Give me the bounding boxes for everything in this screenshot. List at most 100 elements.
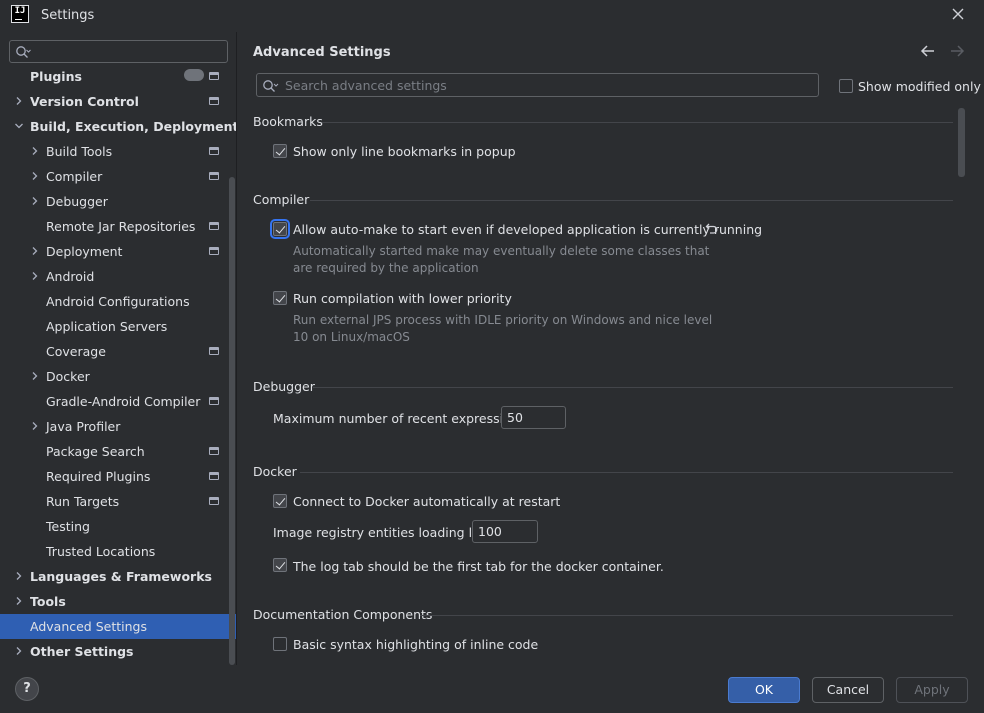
sidebar-item-coverage[interactable]: Coverage bbox=[0, 339, 236, 364]
sidebar-item-label: Testing bbox=[46, 519, 90, 534]
section-documentation-components: Documentation Components bbox=[253, 607, 433, 622]
section-divider bbox=[322, 122, 953, 123]
sidebar-item-tools[interactable]: Tools bbox=[0, 589, 236, 614]
chevron-right-icon[interactable] bbox=[14, 596, 24, 606]
max-recent-expressions-label: Maximum number of recent expressions: bbox=[273, 411, 530, 426]
page-title: Advanced Settings bbox=[253, 45, 391, 60]
sidebar-item-gradle-android-compiler[interactable]: Gradle-Android Compiler bbox=[0, 389, 236, 414]
sidebar-item-other-settings[interactable]: Other Settings bbox=[0, 639, 236, 664]
sidebar-item-label: Deployment bbox=[46, 244, 123, 259]
docker-connect-checkbox[interactable] bbox=[273, 494, 287, 508]
docker-log-tab-label: The log tab should be the first tab for … bbox=[293, 559, 664, 574]
sidebar-item-label: Java Profiler bbox=[46, 419, 121, 434]
show-modified-checkbox[interactable] bbox=[839, 79, 853, 93]
reset-to-default-icon[interactable] bbox=[705, 221, 719, 235]
sidebar-item-android-configurations[interactable]: Android Configurations bbox=[0, 289, 236, 314]
sidebar-item-build-tools[interactable]: Build Tools bbox=[0, 139, 236, 164]
help-button[interactable]: ? bbox=[15, 677, 39, 701]
ok-button[interactable]: OK bbox=[728, 677, 800, 703]
project-level-icon bbox=[209, 347, 219, 355]
sidebar-item-label: Android bbox=[46, 269, 95, 284]
docker-log-tab-checkbox[interactable] bbox=[273, 558, 287, 572]
project-level-icon bbox=[209, 172, 219, 180]
sidebar-item-trusted-locations[interactable]: Trusted Locations bbox=[0, 539, 236, 564]
forward-arrow-icon[interactable] bbox=[949, 44, 965, 58]
sidebar-item-label: Compiler bbox=[46, 169, 103, 184]
chevron-right-icon[interactable] bbox=[30, 421, 40, 431]
advanced-search-input[interactable] bbox=[285, 76, 805, 94]
sidebar-item-label: Trusted Locations bbox=[46, 544, 156, 559]
sidebar-item-advanced-settings[interactable]: Advanced Settings bbox=[0, 614, 236, 639]
sidebar-item-compiler[interactable]: Compiler bbox=[0, 164, 236, 189]
chevron-down-icon[interactable] bbox=[14, 121, 24, 131]
sidebar-item-languages-frameworks[interactable]: Languages & Frameworks bbox=[0, 564, 236, 589]
sidebar-item-testing[interactable]: Testing bbox=[0, 514, 236, 539]
sidebar-item-label: Gradle-Android Compiler bbox=[46, 394, 201, 409]
section-divider bbox=[310, 200, 953, 201]
project-level-icon bbox=[209, 472, 219, 480]
sidebar-item-label: Remote Jar Repositories bbox=[46, 219, 196, 234]
sidebar-item-package-search[interactable]: Package Search bbox=[0, 439, 236, 464]
auto-make-checkbox[interactable] bbox=[270, 219, 290, 239]
chevron-right-icon[interactable] bbox=[14, 571, 24, 581]
cancel-button[interactable]: Cancel bbox=[812, 677, 884, 703]
chevron-right-icon[interactable] bbox=[30, 371, 40, 381]
chevron-right-icon[interactable] bbox=[30, 196, 40, 206]
section-debugger: Debugger bbox=[253, 379, 315, 394]
sidebar-item-label: Build Tools bbox=[46, 144, 113, 159]
sidebar-item-required-plugins[interactable]: Required Plugins bbox=[0, 464, 236, 489]
sidebar-item-run-targets[interactable]: Run Targets bbox=[0, 489, 236, 514]
chevron-right-icon[interactable] bbox=[14, 646, 24, 656]
sidebar-item-remote-jar-repositories[interactable]: Remote Jar Repositories bbox=[0, 214, 236, 239]
sidebar-item-label: Tools bbox=[30, 594, 66, 609]
docker-registry-limit-input[interactable]: 100 bbox=[472, 520, 538, 543]
sidebar-scrollbar[interactable] bbox=[229, 177, 235, 665]
title-bar: IJ Settings bbox=[0, 0, 984, 32]
apply-button[interactable]: Apply bbox=[896, 677, 968, 703]
close-icon[interactable] bbox=[950, 6, 966, 22]
project-level-icon bbox=[209, 72, 219, 80]
sidebar-item-android[interactable]: Android bbox=[0, 264, 236, 289]
max-recent-expressions-input[interactable]: 50 bbox=[501, 406, 566, 429]
basic-syntax-checkbox[interactable] bbox=[273, 637, 287, 651]
window-title: Settings bbox=[41, 8, 95, 23]
sidebar-item-build-execution-deployment[interactable]: Build, Execution, Deployment bbox=[0, 114, 236, 139]
content-scrollbar[interactable] bbox=[958, 108, 965, 177]
sidebar-item-label: Application Servers bbox=[46, 319, 168, 334]
sidebar-item-docker[interactable]: Docker bbox=[0, 364, 236, 389]
advanced-settings-panel: Advanced Settings Show modified only Boo… bbox=[237, 32, 984, 665]
show-line-bookmarks-checkbox[interactable] bbox=[273, 144, 287, 158]
settings-content: Bookmarks Show only line bookmarks in po… bbox=[237, 108, 962, 665]
chevron-right-icon[interactable] bbox=[30, 271, 40, 281]
sidebar-item-label: Required Plugins bbox=[46, 469, 151, 484]
basic-syntax-label: Basic syntax highlighting of inline code bbox=[293, 637, 539, 652]
section-bookmarks: Bookmarks bbox=[253, 114, 323, 129]
lower-priority-checkbox[interactable] bbox=[273, 291, 287, 305]
show-modified-label: Show modified only bbox=[858, 79, 981, 94]
sidebar-item-java-profiler[interactable]: Java Profiler bbox=[0, 414, 236, 439]
settings-sidebar: Plugins Version Control Build, Execution, … bbox=[0, 32, 237, 665]
project-level-icon bbox=[209, 397, 219, 405]
sidebar-item-debugger[interactable]: Debugger bbox=[0, 189, 236, 214]
sidebar-item-label: Android Configurations bbox=[46, 294, 190, 309]
sidebar-item-label: Languages & Frameworks bbox=[30, 569, 212, 584]
auto-make-label: Allow auto-make to start even if develop… bbox=[293, 222, 763, 237]
section-compiler: Compiler bbox=[253, 192, 310, 207]
project-level-icon bbox=[209, 497, 219, 505]
search-icon bbox=[263, 80, 279, 92]
intellij-app-icon: IJ bbox=[11, 5, 29, 23]
sidebar-item-deployment[interactable]: Deployment bbox=[0, 239, 236, 264]
sidebar-item-version-control[interactable]: Version Control bbox=[0, 89, 236, 114]
sidebar-item-application-servers[interactable]: Application Servers bbox=[0, 314, 236, 339]
back-arrow-icon[interactable] bbox=[920, 44, 936, 58]
auto-make-description: Automatically started make may eventuall… bbox=[293, 243, 713, 277]
chevron-right-icon[interactable] bbox=[30, 146, 40, 156]
sidebar-item-plugins[interactable]: Plugins bbox=[0, 65, 236, 89]
chevron-right-icon[interactable] bbox=[30, 171, 40, 181]
chevron-right-icon[interactable] bbox=[30, 246, 40, 256]
docker-registry-limit-label: Image registry entities loading limit: bbox=[273, 525, 501, 540]
advanced-settings-search[interactable] bbox=[256, 73, 819, 97]
sidebar-search-input[interactable] bbox=[9, 40, 228, 63]
chevron-right-icon[interactable] bbox=[14, 96, 24, 106]
sidebar-item-label: Plugins bbox=[30, 69, 82, 84]
